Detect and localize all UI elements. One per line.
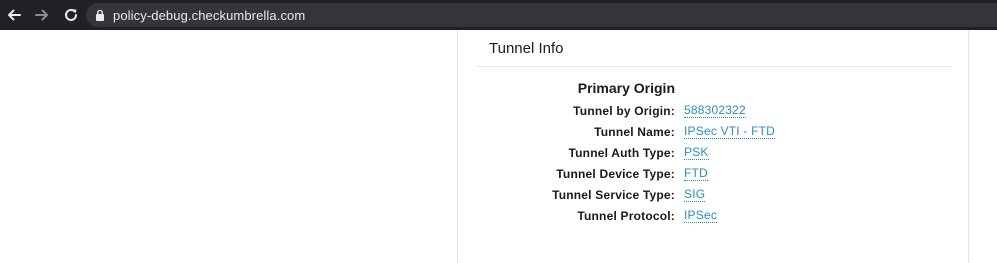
address-bar[interactable]: policy-debug.checkumbrella.com	[86, 3, 997, 27]
page-content: Tunnel Info Primary Origin Tunnel by Ori…	[0, 30, 997, 263]
row-label: Tunnel Auth Type:	[568, 145, 675, 160]
url-text[interactable]: policy-debug.checkumbrella.com	[113, 8, 305, 23]
lock-icon	[96, 9, 104, 21]
row-value-link[interactable]: FTD	[684, 166, 708, 181]
row-tunnel-auth-type: Tunnel Auth Type: PSK	[458, 142, 970, 163]
row-tunnel-device-type: Tunnel Device Type: FTD	[458, 163, 970, 184]
row-label: Tunnel Name:	[594, 124, 675, 139]
reload-icon	[65, 8, 77, 21]
back-button[interactable]	[4, 5, 24, 25]
reload-button[interactable]	[61, 5, 81, 25]
row-tunnel-name: Tunnel Name: IPSec VTI - FTD	[458, 121, 970, 142]
forward-button[interactable]	[32, 5, 52, 25]
card-title: Tunnel Info	[489, 40, 564, 57]
row-tunnel-by-origin: Tunnel by Origin: 588302322	[458, 100, 970, 121]
tunnel-info-card: Tunnel Info Primary Origin Tunnel by Ori…	[457, 30, 969, 263]
row-value-link[interactable]: IPSec VTI - FTD	[684, 124, 776, 139]
back-arrow-icon	[8, 9, 21, 21]
row-label: Tunnel Service Type:	[552, 187, 675, 202]
row-tunnel-protocol: Tunnel Protocol: IPSec	[458, 205, 970, 226]
row-value-link[interactable]: PSK	[684, 145, 709, 160]
browser-toolbar: policy-debug.checkumbrella.com	[0, 0, 997, 30]
row-value-link[interactable]: IPSec	[684, 208, 718, 223]
row-value-link[interactable]: 588302322	[684, 103, 746, 118]
section-title: Primary Origin	[577, 80, 675, 96]
forward-arrow-icon	[35, 9, 48, 21]
tunnel-details-list: Tunnel by Origin: 588302322 Tunnel Name:…	[458, 100, 970, 226]
row-label: Tunnel Protocol:	[577, 208, 675, 223]
card-divider	[476, 66, 952, 67]
row-label: Tunnel by Origin:	[573, 103, 675, 118]
row-label: Tunnel Device Type:	[556, 166, 675, 181]
row-value-link[interactable]: SIG	[684, 187, 706, 202]
row-tunnel-service-type: Tunnel Service Type: SIG	[458, 184, 970, 205]
